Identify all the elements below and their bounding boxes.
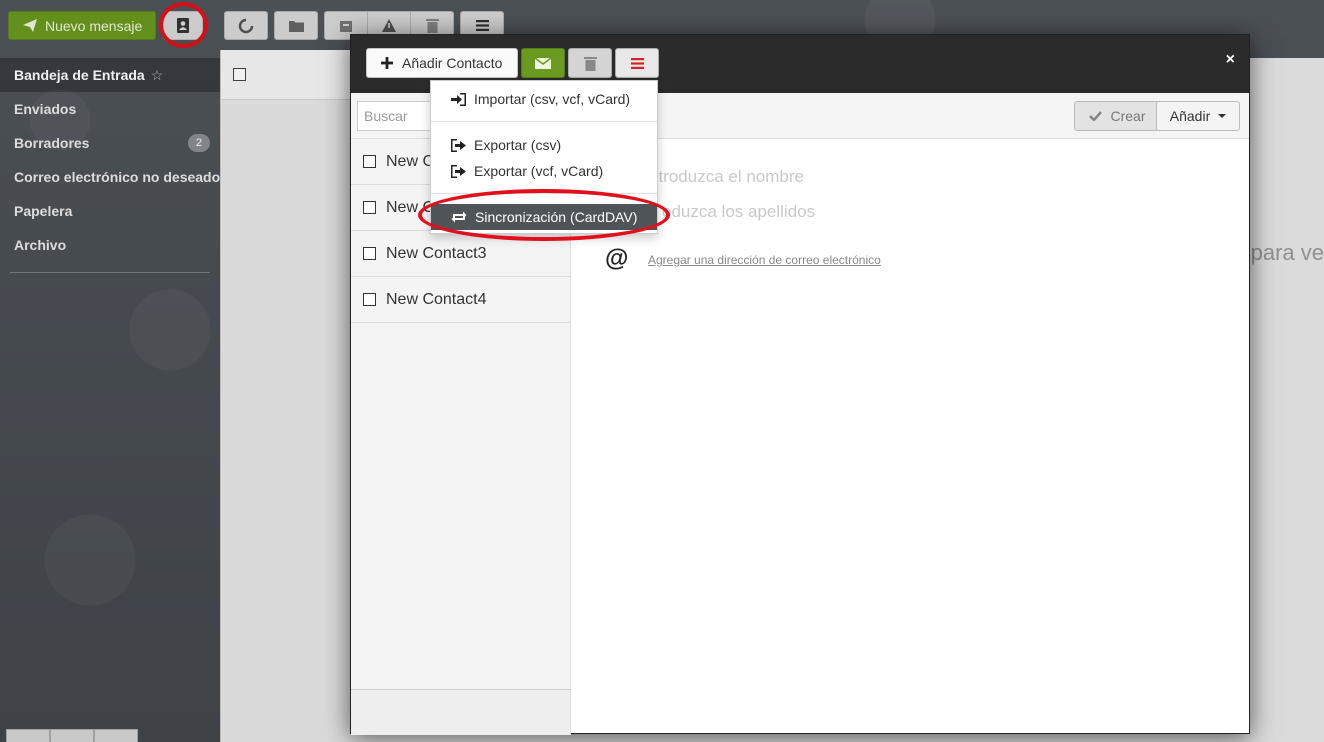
sign-in-icon (451, 92, 466, 106)
export-icon (451, 164, 466, 178)
add-email-link[interactable]: Agregar una dirección de correo electrón… (648, 253, 881, 267)
highlight-circle-sync (418, 189, 670, 241)
last-name-field[interactable]: oduzca los apellidos (662, 202, 815, 222)
contact-name: New Contact3 (386, 244, 487, 262)
add-field-dropdown-button[interactable]: Añadir (1156, 101, 1240, 131)
menu-divider (431, 121, 657, 122)
contact-checkbox[interactable] (363, 293, 376, 306)
menu-item-import[interactable]: Importar (csv, vcf, vCard) (431, 86, 657, 112)
email-contact-button[interactable] (521, 48, 565, 78)
menu-item-label: Exportar (csv) (474, 137, 562, 153)
trash-icon (583, 56, 597, 71)
close-icon[interactable]: × (1226, 51, 1235, 69)
caret-down-icon (1218, 114, 1227, 118)
contact-name: New C (386, 152, 435, 170)
add-contact-label: Añadir Contacto (402, 55, 503, 71)
menu-item-export-csv[interactable]: Exportar (csv) (431, 132, 657, 158)
contact-edit-form: ntroduzca el nombre oduzca los apellidos… (571, 139, 1249, 733)
menu-item-label: Exportar (vcf, vCard) (474, 163, 604, 179)
menu-item-label: Importar (csv, vcf, vCard) (474, 91, 631, 107)
menu-item-export-vcard[interactable]: Exportar (vcf, vCard) (431, 158, 657, 184)
contact-name: New Contact4 (386, 290, 487, 308)
contact-list-footer (351, 689, 571, 735)
contact-row[interactable]: New Contact4 (351, 277, 570, 323)
checkmark-icon (1089, 111, 1103, 121)
add-field-label: Añadir (1169, 108, 1211, 124)
plus-icon (381, 57, 393, 69)
contacts-menu-button[interactable] (615, 48, 659, 78)
export-icon (451, 138, 466, 152)
hamburger-icon (630, 57, 644, 69)
create-label: Crear (1110, 108, 1146, 124)
first-name-field[interactable]: ntroduzca el nombre (649, 167, 804, 187)
contact-checkbox[interactable] (363, 155, 376, 168)
email-at-icon: @ (605, 245, 629, 272)
add-contact-button[interactable]: Añadir Contacto (366, 48, 518, 78)
contact-checkbox[interactable] (363, 247, 376, 260)
delete-contact-button[interactable] (568, 48, 612, 78)
create-contact-button[interactable]: Crear (1074, 101, 1161, 131)
envelope-icon (535, 57, 551, 69)
contact-checkbox[interactable] (363, 201, 376, 214)
